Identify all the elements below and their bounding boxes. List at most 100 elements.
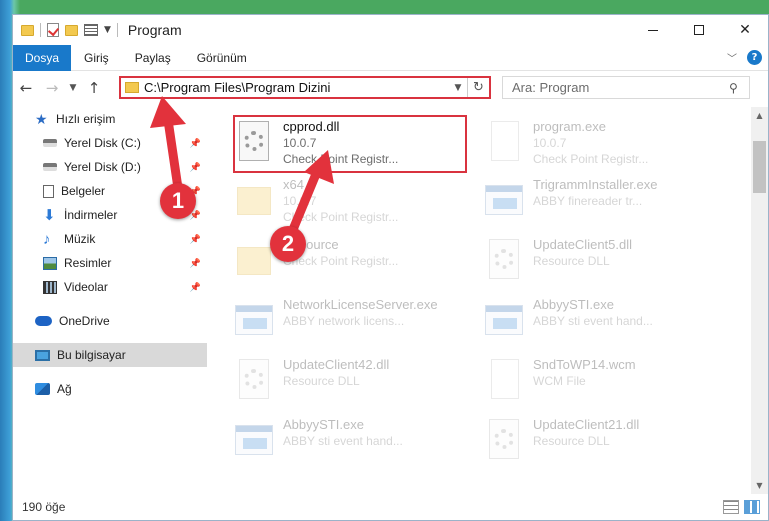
file-item[interactable]: UpdateClient42.dll Resource DLL [231,357,463,411]
status-bar: 190 öğe [13,494,768,520]
search-input[interactable]: Ara: Program [512,80,729,95]
file-name: NetworkLicenseServer.exe [283,297,438,312]
file-name: AbbyySTI.exe [283,417,364,432]
sidebar-item-label: Ağ [57,382,72,396]
scroll-down-icon[interactable]: ▼ [751,477,768,494]
up-arrow-icon[interactable]: ↑ [81,79,107,97]
pictures-icon [43,256,57,270]
refresh-icon[interactable]: ↻ [467,78,489,97]
ribbon-tabs: Dosya Giriş Paylaş Görünüm ﹀ ? [13,44,768,71]
file-icon [485,359,525,407]
file-item[interactable]: AbbyySTI.exe ABBY sti event hand... [231,417,463,471]
file-description: Resource DLL [283,374,360,388]
address-bar[interactable]: C:\Program Files\Program Dizini ▼ ↻ [119,76,491,99]
music-icon: ♪ [43,230,51,248]
sidebar-item-pictures[interactable]: Resimler 📌 [13,251,207,275]
tab-home[interactable]: Giriş [71,45,122,71]
step-badge-1: 1 [160,183,196,219]
expand-ribbon-chevron-icon[interactable]: ﹀ [727,50,737,65]
disk-icon [43,163,57,171]
exe-icon [235,299,275,347]
sidebar-item-music[interactable]: ♪ Müzik 📌 [13,227,207,251]
explorer-window: ▼ Program ✕ Dosya Giriş Paylaş Görünüm ﹀… [12,14,769,521]
scroll-thumb[interactable] [753,141,766,193]
file-item[interactable]: UpdateClient21.dll Resource DLL [481,417,713,471]
file-name: program.exe [533,119,606,134]
scroll-up-icon[interactable]: ▲ [751,107,768,124]
navigation-bar: ← → ▼ ↑ C:\Program Files\Program Dizini … [13,71,768,105]
help-icon[interactable]: ? [747,50,762,65]
file-description: ABBY finereader tr... [533,194,643,208]
documents-icon [43,184,54,198]
file-name: x64 [283,177,304,192]
sidebar-item-this-pc[interactable]: Bu bilgisayar [13,343,207,367]
file-description: WCM File [533,374,586,388]
dll-icon [485,419,525,467]
quick-access-toolbar: ▼ [21,23,118,37]
window-controls: ✕ [630,15,768,45]
cloud-icon [35,316,52,326]
folder-icon [235,239,275,287]
exe-icon [485,179,525,227]
dll-icon [235,359,275,407]
file-item[interactable]: AbbyySTI.exe ABBY sti event hand... [481,297,713,351]
file-item[interactable]: program.exe 10.0.7 Check Point Registr..… [481,119,713,173]
properties-icon[interactable] [84,24,98,36]
file-item[interactable]: UpdateClient5.dll Resource DLL [481,237,713,291]
forward-arrow-icon[interactable]: → [39,79,65,97]
file-description: Check Point Registr... [283,210,399,224]
sidebar-item-local-disk-c[interactable]: Yerel Disk (C:) 📌 [13,131,207,155]
star-icon: ★ [35,110,48,127]
file-item[interactable]: Resource Check Point Registr... [231,237,463,291]
separator [116,23,118,37]
step-badge-2: 2 [270,226,306,262]
file-item[interactable]: x64 10.0.7 Check Point Registr... [231,177,463,231]
pin-icon: 📌 [189,137,201,148]
sidebar-item-label: Yerel Disk (D:) [64,160,141,174]
customize-toolbar-chevron-icon[interactable]: ▼ [104,25,111,35]
sidebar-item-label: Belgeler [61,184,106,198]
sidebar-item-videos[interactable]: Videolar 📌 [13,275,207,299]
address-path[interactable]: C:\Program Files\Program Dizini [144,80,449,95]
close-button[interactable]: ✕ [722,15,768,45]
folder-icon [235,179,275,227]
back-arrow-icon[interactable]: ← [13,79,39,97]
large-icons-view-icon[interactable] [744,500,760,514]
search-box[interactable]: Ara: Program ⚲ [502,76,750,99]
network-icon [35,383,50,395]
maximize-button[interactable] [676,15,722,45]
folder-icon [21,24,34,36]
file-item[interactable]: TrigrammInstaller.exe ABBY finereader tr… [481,177,713,231]
sidebar-item-network[interactable]: Ağ [13,377,207,401]
file-description: Resource DLL [533,434,610,448]
computer-icon [35,349,50,361]
window-title: Program [127,22,182,38]
new-folder-icon[interactable] [65,24,78,36]
folder-icon [125,82,139,93]
tab-view[interactable]: Görünüm [184,45,260,71]
recent-locations-chevron-icon[interactable]: ▼ [65,83,81,93]
sidebar-item-onedrive[interactable]: OneDrive [13,309,207,333]
item-count: 190 öğe [22,500,66,514]
view-buttons [723,500,760,514]
tab-share[interactable]: Paylaş [122,45,184,71]
address-dropdown-chevron-icon[interactable]: ▼ [449,83,467,93]
search-icon[interactable]: ⚲ [729,81,749,95]
pin-icon: 📌 [189,257,201,268]
file-name: UpdateClient5.dll [533,237,633,252]
vertical-scrollbar[interactable]: ▲ ▼ [751,107,768,494]
properties-check-icon[interactable] [47,23,59,37]
file-item[interactable]: SndToWP14.wcm WCM File [481,357,713,411]
file-item[interactable]: NetworkLicenseServer.exe ABBY network li… [231,297,463,351]
videos-icon [43,280,57,294]
details-view-icon[interactable] [723,500,739,514]
file-list: cpprod.dll 10.0.7 Check Point Registr...… [209,107,750,494]
tab-file[interactable]: Dosya [13,44,72,71]
file-description: ABBY network licens... [283,314,405,328]
minimize-button[interactable] [630,15,676,45]
download-icon: ⬇ [43,206,56,224]
sidebar-item-quick-access[interactable]: ★ Hızlı erişim [13,107,207,131]
exe-icon [235,419,275,467]
sidebar-item-local-disk-d[interactable]: Yerel Disk (D:) 📌 [13,155,207,179]
